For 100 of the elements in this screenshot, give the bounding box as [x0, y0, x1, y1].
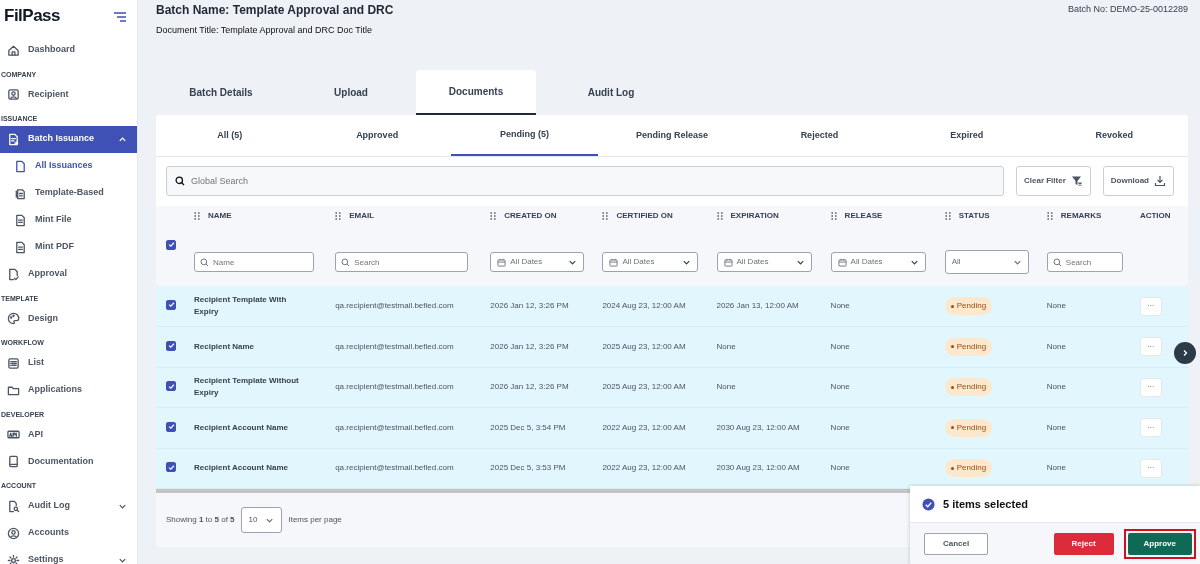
download-icon: [1154, 175, 1166, 187]
status-badge: Pending: [944, 297, 993, 315]
table-cell: None: [1046, 382, 1066, 392]
sidebar-item[interactable]: Audit Log: [0, 492, 137, 520]
table-cell: 2022 Aug 23, 12:00 AM: [602, 462, 686, 475]
search-icon: [341, 258, 351, 267]
table-cell: None: [1046, 422, 1066, 432]
sidebar-subitem[interactable]: Mint File: [0, 206, 137, 234]
column-header: REMARKS: [1060, 210, 1102, 222]
document-plus-icon: [7, 132, 20, 146]
table-cell: 2024 Aug 23, 12:00 AM: [602, 300, 686, 312]
date-filter[interactable]: All Dates: [602, 252, 698, 272]
sidebar-item[interactable]: Design: [0, 305, 137, 332]
column-header: RELEASE: [844, 210, 883, 222]
table-cell: 2025 Aug 23, 12:00 AM: [602, 381, 686, 394]
table-cell: qa.recipient@testmail.befied.com: [335, 463, 454, 473]
document-check-icon: [7, 267, 20, 281]
sidebar-item[interactable]: Approval: [0, 260, 137, 288]
search-icon: [175, 176, 185, 186]
tab[interactable]: Audit Log: [546, 70, 676, 115]
table-cell-text: Recipient Template With Expiry: [194, 294, 288, 318]
table-cell: 2025 Aug 23, 12:00 AM: [602, 340, 686, 353]
calendar-icon: [837, 257, 847, 267]
download-button[interactable]: Download: [1102, 166, 1174, 196]
cancel-button[interactable]: Cancel: [924, 532, 989, 555]
list-icon: [7, 356, 20, 370]
drag-handle-icon: [490, 212, 497, 220]
page-size-select[interactable]: 10: [240, 507, 283, 533]
search-field[interactable]: Global Search: [166, 166, 1004, 196]
table-cell: 2026 Jan 12, 3:26 PM: [490, 301, 569, 310]
table-cell: qa.recipient@testmail.befied.com: [335, 422, 454, 432]
palette-icon: [7, 312, 20, 325]
table-cell: None: [830, 341, 850, 351]
page-size-label: Items per page: [288, 514, 342, 526]
sidebar-item[interactable]: Applications: [0, 376, 137, 404]
drag-handle-icon: [944, 212, 951, 220]
sidebar-subitem[interactable]: Template-Based: [0, 179, 137, 207]
filter-field[interactable]: Search: [1046, 252, 1124, 272]
settings-icon: [7, 553, 20, 564]
status-badge: Pending: [944, 337, 993, 356]
tab[interactable]: Batch Details: [156, 70, 286, 115]
calendar-icon: [497, 257, 507, 267]
sidebar-subitem[interactable]: Mint PDF: [0, 233, 137, 261]
date-filter[interactable]: All Dates: [490, 252, 584, 272]
tab[interactable]: Upload: [286, 70, 416, 115]
table-cell: None: [1046, 301, 1066, 310]
table-cell: None: [716, 340, 736, 353]
sidebar-item[interactable]: Recipient: [0, 81, 137, 108]
table-cell: 2026 Jan 13, 12:00 AM: [716, 300, 799, 312]
table-cell: None: [1046, 463, 1066, 473]
filter-field[interactable]: Search: [335, 252, 468, 272]
status-badge: Pending: [944, 459, 993, 478]
table-cell: 2030 Aug 23, 12:00 AM: [716, 462, 800, 475]
sidebar-subitem[interactable]: All Issuances: [0, 152, 137, 180]
table-cell: Recipient Account Name: [194, 462, 288, 475]
date-filter[interactable]: All Dates: [830, 252, 927, 272]
calendar-icon: [723, 257, 733, 267]
approve-button[interactable]: Approve: [1127, 532, 1192, 555]
date-filter[interactable]: All Dates: [716, 252, 812, 272]
column-header: EMAIL: [349, 210, 375, 222]
api-icon: [7, 428, 20, 441]
sidebar-item[interactable]: API: [0, 421, 137, 448]
drag-handle-icon: [716, 212, 723, 220]
document-title: Document Title: Template Approval and DRC Doc Title: [156, 24, 373, 38]
sidebar-item[interactable]: Batch Issuance: [0, 125, 137, 153]
status-filter[interactable]: All: [944, 250, 1030, 274]
filter-clear-icon: [1070, 175, 1083, 187]
checkbox[interactable]: [166, 239, 176, 250]
documents-icon: [14, 186, 27, 200]
table-cell: Recipient Account Name: [194, 421, 288, 434]
search-icon: [200, 258, 210, 267]
selection-count: 5 items selected: [943, 496, 1028, 512]
drag-handle-icon: [335, 212, 342, 220]
tab[interactable]: Documents: [416, 70, 536, 115]
clear-filter-button[interactable]: Clear Filter: [1016, 166, 1091, 196]
sidebar-item[interactable]: Settings: [0, 546, 137, 564]
filter-field[interactable]: Name: [194, 252, 314, 272]
book-icon: [7, 455, 20, 468]
sidebar-item[interactable]: Accounts: [0, 519, 137, 547]
table-cell: 2022 Aug 23, 12:00 AM: [602, 421, 686, 434]
logo: FilPass: [4, 5, 61, 27]
sidebar-item[interactable]: Dashboard: [0, 36, 137, 64]
sidebar-item[interactable]: Documentation: [0, 448, 137, 475]
table-cell-text: Recipient Template Without Expiry: [194, 375, 300, 400]
check-circle-icon: [922, 497, 935, 511]
batch-number: Batch No: DEMO-25-0012289: [1067, 4, 1188, 14]
checkbox[interactable]: [166, 462, 176, 472]
document-search-icon: [7, 499, 20, 513]
checkbox[interactable]: [166, 299, 176, 310]
sidebar-item[interactable]: List: [0, 349, 137, 377]
column-header: EXPIRATION: [730, 210, 779, 222]
column-header: CERTIFIED ON: [616, 210, 673, 222]
checkbox[interactable]: [166, 421, 176, 432]
checkbox[interactable]: [166, 340, 176, 351]
column-header: ACTION: [1139, 210, 1171, 222]
reject-button[interactable]: Reject: [1053, 532, 1114, 555]
table-cell: None: [830, 382, 850, 392]
next-button[interactable]: [1174, 342, 1196, 364]
checkbox[interactable]: [166, 381, 176, 391]
table-cell: 2026 Jan 12, 3:26 PM: [490, 382, 569, 392]
